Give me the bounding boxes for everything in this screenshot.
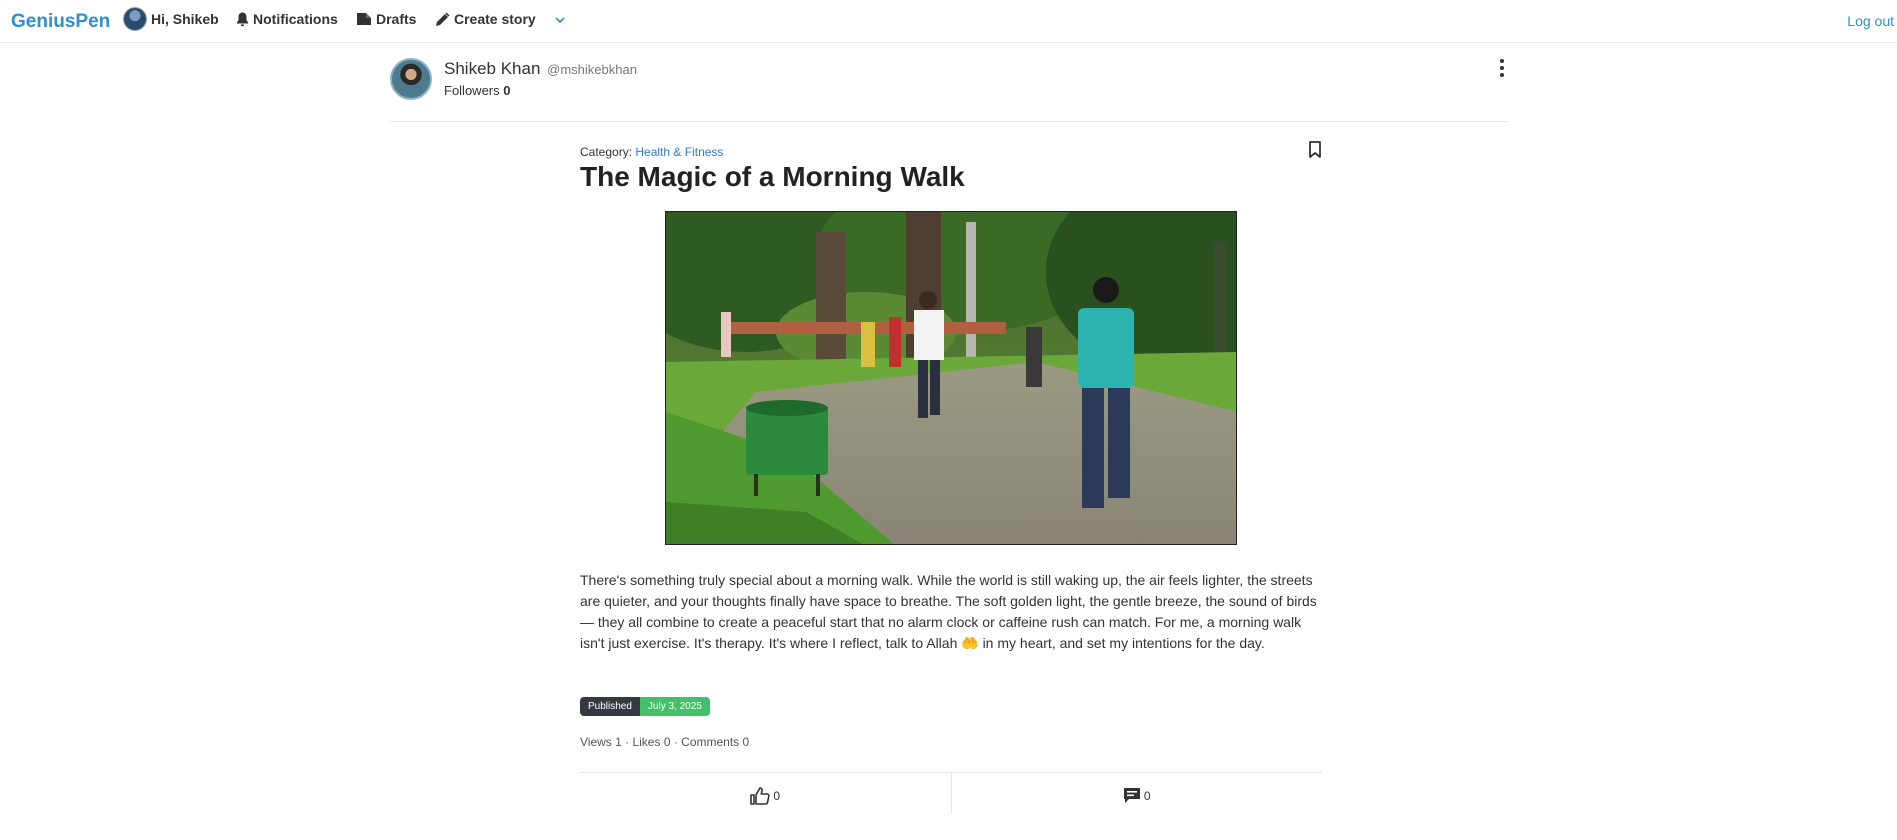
drafts-icon	[357, 13, 371, 25]
logout-link[interactable]: Log out	[1847, 13, 1894, 29]
category-label: Category:	[580, 145, 633, 159]
author-name-row: Shikeb Khan @mshikebkhan	[444, 59, 637, 79]
action-bar: 0 0	[580, 772, 1322, 814]
author-name[interactable]: Shikeb Khan	[444, 59, 540, 78]
drafts-link[interactable]: Drafts	[356, 11, 416, 27]
followers-label: Followers	[444, 83, 500, 98]
drafts-label: Drafts	[376, 11, 417, 27]
avatar	[123, 7, 147, 31]
publish-badge: Published July 3, 2025	[580, 697, 710, 716]
notifications-link[interactable]: Notifications	[236, 11, 338, 27]
category-link[interactable]: Health & Fitness	[635, 145, 723, 159]
date-badge: July 3, 2025	[639, 697, 710, 716]
chevron-down-icon[interactable]	[554, 14, 566, 26]
bell-icon	[237, 12, 248, 26]
thumbs-up-icon	[750, 786, 771, 805]
article-body: There's something truly special about a …	[580, 572, 1317, 651]
comment-button[interactable]: 0	[950, 773, 1323, 814]
status-badge: Published	[580, 697, 640, 716]
bookmark-icon[interactable]	[1308, 141, 1322, 158]
notifications-label: Notifications	[253, 11, 338, 27]
author-handle: @mshikebkhan	[547, 62, 637, 77]
user-menu[interactable]: Hi, Shikeb	[123, 7, 219, 31]
create-story-link[interactable]: Create story	[435, 11, 536, 27]
author-avatar[interactable]	[390, 58, 432, 100]
author-header: Shikeb Khan @mshikebkhan Followers 0	[390, 57, 1508, 122]
top-navbar: GeniusPen Hi, Shikeb Notifications Draft…	[0, 0, 1897, 43]
article-title: The Magic of a Morning Walk	[580, 161, 965, 192]
like-count: 0	[773, 788, 781, 803]
followers-count: 0	[503, 83, 511, 98]
followers-row: Followers 0	[444, 83, 510, 98]
hero-image	[665, 211, 1237, 545]
article-stats: Views 1 · Likes 0 · Comments 0	[580, 735, 750, 749]
park-walk-illustration	[666, 212, 1236, 544]
more-vertical-icon[interactable]	[1496, 57, 1508, 77]
create-story-label: Create story	[454, 11, 536, 27]
pencil-icon	[436, 11, 450, 26]
category-row: Category: Health & Fitness	[580, 145, 723, 159]
comment-icon	[1123, 788, 1140, 803]
brand-logo[interactable]: GeniusPen	[11, 11, 110, 33]
comment-count: 0	[1143, 788, 1151, 803]
like-button[interactable]: 0	[580, 773, 951, 814]
greeting-label: Hi, Shikeb	[151, 11, 219, 27]
